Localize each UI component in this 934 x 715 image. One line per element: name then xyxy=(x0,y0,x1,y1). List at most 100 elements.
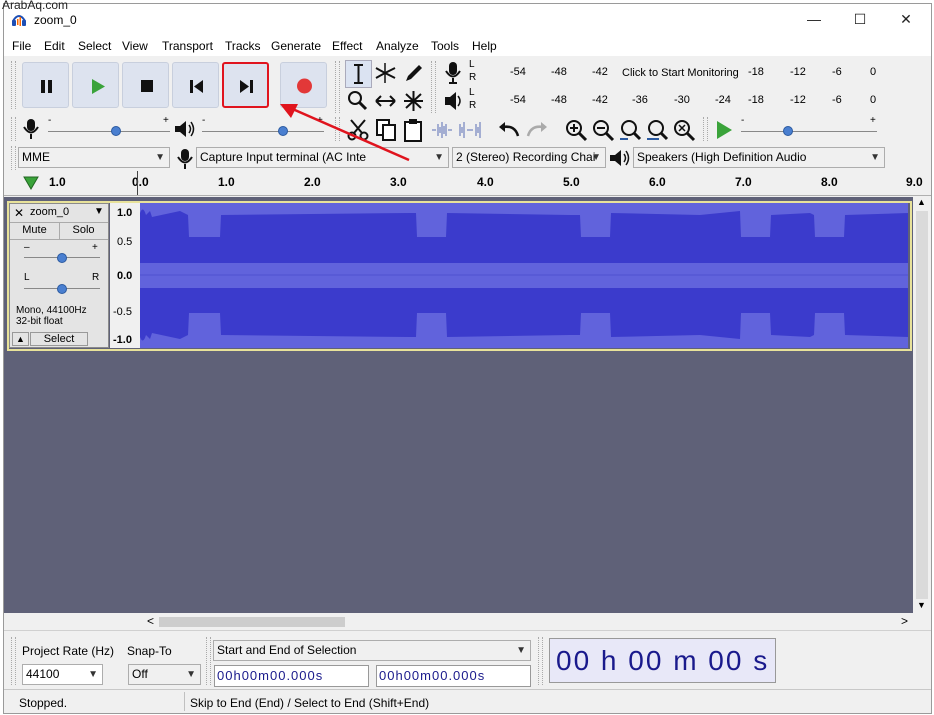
chevron-down-icon: ▼ xyxy=(88,669,98,680)
audio-position-display[interactable]: 00 h 00 m 00 s xyxy=(549,638,776,683)
meter-tick: -18 xyxy=(748,66,764,78)
track-pan-knob[interactable] xyxy=(57,284,67,294)
waveform-graphic xyxy=(140,203,908,348)
track-menu-arrow-icon[interactable]: ▼ xyxy=(94,206,104,217)
fit-project-icon[interactable] xyxy=(645,118,669,142)
meter-l-label: L xyxy=(469,59,475,70)
menu-bar: File Edit Select View Transport Tracks G… xyxy=(4,36,931,56)
envelope-tool-icon[interactable] xyxy=(373,60,398,86)
menu-tracks[interactable]: Tracks xyxy=(225,39,261,53)
selection-start-time[interactable]: 00h00m00.000s xyxy=(214,665,369,687)
recording-channels-value: 2 (Stereo) Recording Chai xyxy=(456,150,596,164)
meter-tick: -12 xyxy=(790,94,806,106)
track-name[interactable]: zoom_0 xyxy=(30,206,69,218)
selection-tool-icon[interactable] xyxy=(345,60,372,88)
skip-to-start-button[interactable] xyxy=(172,62,219,108)
chevron-down-icon: ▼ xyxy=(155,152,165,163)
playback-speed-knob[interactable] xyxy=(783,126,793,136)
toolbar-grip[interactable] xyxy=(11,61,16,109)
stop-button[interactable] xyxy=(122,62,169,108)
pause-button[interactable] xyxy=(22,62,69,108)
toolbar-grip[interactable] xyxy=(703,117,708,141)
stop-icon xyxy=(141,80,153,92)
audacity-window: zoom_0 — ☐ ✕ File Edit Select View Trans… xyxy=(3,3,932,714)
playback-device-select[interactable]: Speakers (High Definition Audio ▼ xyxy=(633,147,885,168)
draw-tool-icon[interactable] xyxy=(401,60,426,86)
scroll-left-icon[interactable]: < xyxy=(147,614,154,628)
recording-volume-knob[interactable] xyxy=(111,126,121,136)
selection-end-time[interactable]: 00h00m00.000s xyxy=(376,665,531,687)
toolbar-grip[interactable] xyxy=(11,146,16,170)
trim-audio-icon[interactable] xyxy=(430,118,454,142)
minimize-button[interactable]: — xyxy=(791,4,837,34)
amplitude-scale[interactable]: 1.0 0.5 0.0 -0.5 -1.0 xyxy=(110,203,140,348)
snap-to-select[interactable]: Off ▼ xyxy=(128,664,201,685)
horizontal-scroll-thumb[interactable] xyxy=(159,617,345,627)
meter-tick: -42 xyxy=(592,66,608,78)
mute-button[interactable]: Mute xyxy=(10,222,60,240)
skip-to-end-button[interactable] xyxy=(222,62,269,108)
project-rate-label: Project Rate (Hz) xyxy=(22,644,115,658)
menu-view[interactable]: View xyxy=(122,39,148,53)
toolbar-grip[interactable] xyxy=(11,637,16,685)
timeline-play-icon[interactable] xyxy=(23,176,39,190)
play-at-speed-icon[interactable] xyxy=(712,118,736,142)
menu-edit[interactable]: Edit xyxy=(44,39,65,53)
scroll-down-icon[interactable]: ▼ xyxy=(917,600,926,610)
meter-tick: -54 xyxy=(510,94,526,106)
track-gain-knob[interactable] xyxy=(57,253,67,263)
record-meter[interactable]: -54 -48 -42 Click to Start Monitoring -1… xyxy=(480,60,882,85)
menu-tools[interactable]: Tools xyxy=(431,39,459,53)
status-bar: Stopped. Skip to End (End) / Select to E… xyxy=(4,689,931,713)
pan-right-label: R xyxy=(92,272,100,283)
playback-meter-icon[interactable] xyxy=(443,88,463,114)
collapse-track-button[interactable]: ▲ xyxy=(12,332,29,346)
recording-channels-select[interactable]: 2 (Stereo) Recording Chai ▼ xyxy=(452,147,606,168)
meter-tick: 0 xyxy=(870,66,877,78)
menu-analyze[interactable]: Analyze xyxy=(376,39,419,53)
meter-tick: -30 xyxy=(674,94,690,106)
menu-file[interactable]: File xyxy=(12,39,31,53)
zoom-out-icon[interactable] xyxy=(591,118,615,142)
horizontal-scrollbar[interactable]: < > xyxy=(4,613,931,630)
audio-host-select[interactable]: MME ▼ xyxy=(18,147,170,168)
toolbar-grip[interactable] xyxy=(11,117,16,141)
close-button[interactable]: ✕ xyxy=(883,4,929,34)
menu-select[interactable]: Select xyxy=(78,39,111,53)
recording-volume-slider[interactable] xyxy=(48,131,170,132)
menu-effect[interactable]: Effect xyxy=(332,39,362,53)
slider-max-label: + xyxy=(870,115,876,126)
scroll-up-icon[interactable]: ▲ xyxy=(917,197,926,207)
vertical-scroll-thumb[interactable] xyxy=(916,211,928,599)
ruler-tick: 4.0 xyxy=(477,175,494,189)
playback-speed-slider[interactable] xyxy=(741,131,877,132)
speaker-icon xyxy=(175,121,195,137)
toolbar-grip[interactable] xyxy=(206,637,211,685)
fit-selection-icon[interactable] xyxy=(618,118,642,142)
redo-icon[interactable] xyxy=(525,118,549,142)
playback-meter[interactable]: -54 -48 -42 -36 -30 -24 -18 -12 -6 0 xyxy=(480,88,882,113)
click-to-start-monitoring[interactable]: Click to Start Monitoring xyxy=(622,67,739,79)
track-close-button[interactable]: ✕ xyxy=(14,206,24,220)
vertical-scrollbar[interactable]: ▲ ▼ xyxy=(913,197,931,613)
timeline-ruler[interactable]: 1.0 0.0 1.0 2.0 3.0 4.0 5.0 6.0 7.0 8.0 … xyxy=(4,171,931,196)
record-meter-icon[interactable] xyxy=(443,60,463,86)
menu-help[interactable]: Help xyxy=(472,39,497,53)
play-button[interactable] xyxy=(72,62,119,108)
project-rate-select[interactable]: 44100 ▼ xyxy=(22,664,103,685)
select-track-button[interactable]: Select xyxy=(30,332,88,346)
waveform[interactable] xyxy=(140,203,908,348)
scroll-right-icon[interactable]: > xyxy=(901,614,908,628)
maximize-button[interactable]: ☐ xyxy=(837,4,883,34)
silence-audio-icon[interactable] xyxy=(458,118,482,142)
zoom-toggle-icon[interactable] xyxy=(672,118,696,142)
zoom-in-icon[interactable] xyxy=(564,118,588,142)
solo-button[interactable]: Solo xyxy=(59,222,108,240)
menu-generate[interactable]: Generate xyxy=(271,39,321,53)
toolbar-grip[interactable] xyxy=(538,637,543,685)
meter-tick: -24 xyxy=(715,94,731,106)
toolbar-grip[interactable] xyxy=(431,61,436,113)
undo-icon[interactable] xyxy=(497,118,521,142)
menu-transport[interactable]: Transport xyxy=(162,39,213,53)
selection-mode-select[interactable]: Start and End of Selection ▼ xyxy=(213,640,531,661)
